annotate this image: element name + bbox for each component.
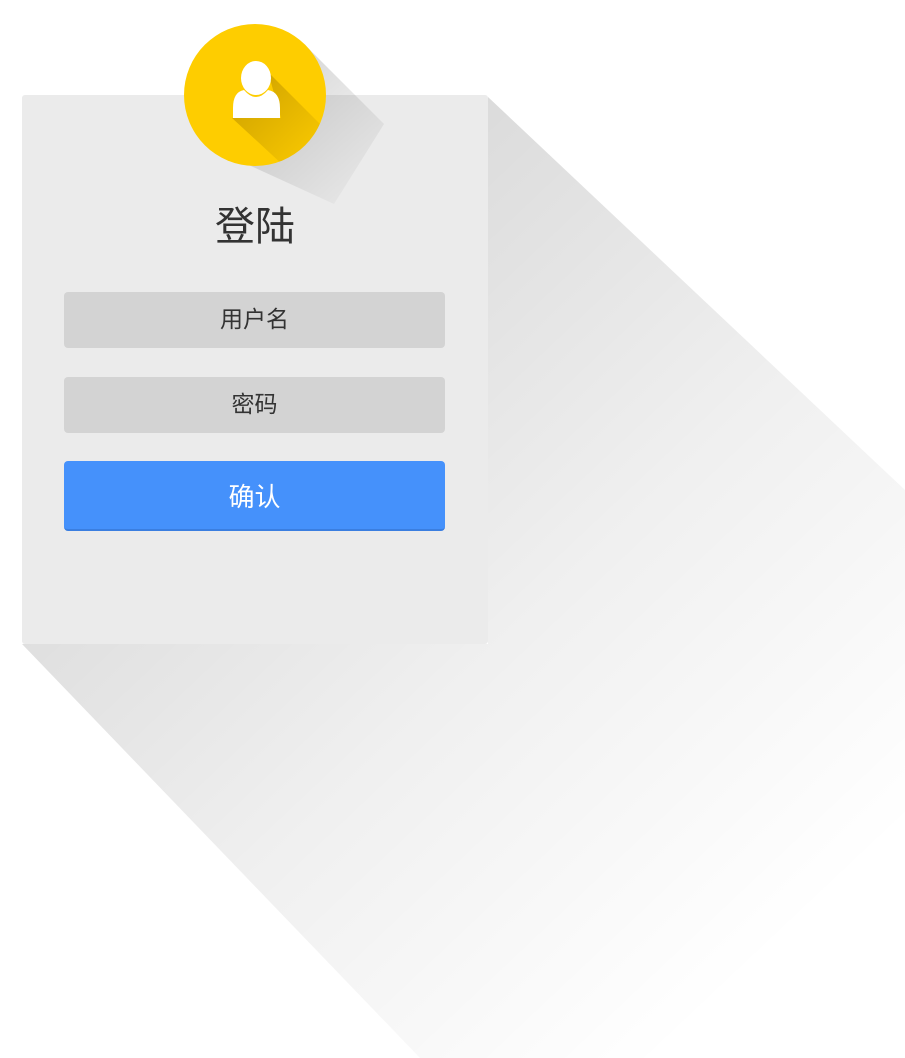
user-icon <box>232 61 326 166</box>
password-input[interactable] <box>64 377 445 433</box>
avatar-circle <box>184 24 326 166</box>
avatar <box>184 24 384 204</box>
username-input[interactable] <box>64 292 445 348</box>
login-page: 登陆 确认 <box>0 0 905 1058</box>
confirm-button[interactable]: 确认 <box>64 461 445 531</box>
page-title: 登陆 <box>215 204 295 250</box>
